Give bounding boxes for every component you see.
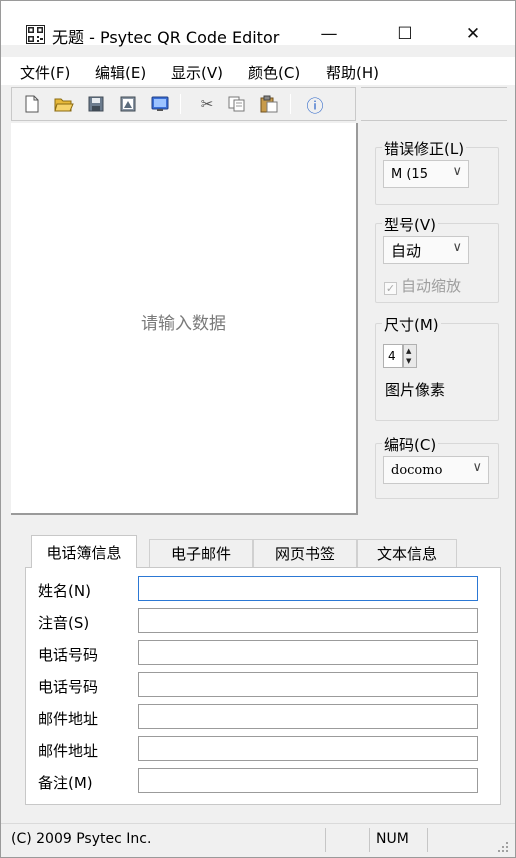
- menu-edit[interactable]: 编辑(E): [95, 62, 146, 83]
- save-button[interactable]: [85, 93, 107, 115]
- tab-bookmark[interactable]: 网页书签: [253, 539, 357, 567]
- save-image-icon: [120, 96, 136, 112]
- status-empty-cell: [325, 828, 369, 852]
- maximize-button[interactable]: ☐: [382, 19, 428, 49]
- new-file-icon: [25, 95, 39, 113]
- save-icon: [88, 96, 104, 112]
- model-select[interactable]: 自动 ∨: [383, 236, 469, 264]
- display-button[interactable]: [149, 93, 171, 115]
- size-spinner-value[interactable]: 4: [383, 344, 403, 368]
- title-bar[interactable]: 无题 - Psytec QR Code Editor — ☐ ✕: [1, 1, 515, 47]
- status-bar: (C) 2009 Psytec Inc. NUM: [1, 823, 515, 857]
- open-folder-icon: [54, 98, 74, 112]
- toolbar: ✂ ⓘ: [11, 87, 356, 121]
- phone-label-2: 电话号码: [38, 678, 99, 696]
- error-correction-group: 错误修正(L) M (15 ∨: [375, 138, 499, 205]
- spinner-down-icon[interactable]: ▼: [406, 357, 411, 365]
- model-label: 型号(V): [382, 214, 438, 235]
- settings-panel: 错误修正(L) M (15 ∨ 型号(V) 自动 ∨ ✓ 自动缩放 尺寸(M) 4…: [361, 123, 507, 515]
- encoding-select[interactable]: docomo ∨: [383, 456, 489, 484]
- email-field-2[interactable]: [138, 736, 478, 761]
- status-empty-cell: [427, 828, 483, 852]
- qr-app-icon: [26, 25, 45, 44]
- minimize-button[interactable]: —: [306, 19, 352, 49]
- menu-bar: 文件(F) 编辑(E) 显示(V) 颜色(C) 帮助(H): [1, 57, 515, 85]
- status-num-lock: NUM: [369, 828, 427, 852]
- size-spinner[interactable]: ▲ ▼: [403, 344, 417, 368]
- encoding-value: docomo: [391, 462, 443, 478]
- auto-zoom-label: 自动缩放: [401, 277, 462, 295]
- error-correction-label: 错误修正(L): [382, 138, 467, 159]
- phonetic-field[interactable]: [138, 608, 478, 633]
- app-window: 无题 - Psytec QR Code Editor — ☐ ✕ 文件(F) 编…: [0, 0, 516, 858]
- save-image-button[interactable]: [117, 93, 139, 115]
- resize-grip-icon[interactable]: [497, 841, 509, 853]
- error-correction-value: M (15: [391, 166, 428, 182]
- paste-button[interactable]: [258, 93, 280, 115]
- auto-zoom-checkbox[interactable]: ✓ 自动缩放: [384, 275, 461, 296]
- info-icon: ⓘ: [306, 96, 324, 117]
- phonebook-tab-page: 姓名(N) 注音(S) 电话号码 电话号码 邮件地址 邮件地址 备注(M): [25, 567, 501, 805]
- new-file-button[interactable]: [21, 93, 43, 115]
- size-label: 尺寸(M): [382, 314, 441, 335]
- spinner-up-icon[interactable]: ▲: [406, 347, 411, 355]
- chevron-down-icon: ∨: [452, 240, 462, 255]
- size-unit-label: 图片像素: [385, 381, 446, 399]
- chevron-down-icon: ∨: [472, 460, 482, 475]
- checkbox-check-icon: ✓: [384, 282, 397, 295]
- chevron-down-icon: ∨: [452, 164, 462, 179]
- tab-text[interactable]: 文本信息: [357, 539, 457, 567]
- about-button[interactable]: ⓘ: [304, 93, 326, 117]
- menu-help[interactable]: 帮助(H): [326, 62, 379, 83]
- phonetic-label: 注音(S): [38, 614, 90, 632]
- email-label-2: 邮件地址: [38, 742, 99, 760]
- menu-color[interactable]: 颜色(C): [248, 62, 300, 83]
- qr-placeholder-text: 请输入数据: [141, 314, 226, 334]
- email-field[interactable]: [138, 704, 478, 729]
- qr-preview-area[interactable]: 请输入数据: [11, 123, 358, 515]
- maximize-icon: ☐: [397, 24, 413, 44]
- tab-phonebook[interactable]: 电话簿信息: [31, 535, 137, 568]
- email-label: 邮件地址: [38, 710, 99, 728]
- name-label: 姓名(N): [38, 582, 91, 600]
- toolbar-separator: [290, 94, 291, 114]
- error-correction-select[interactable]: M (15 ∨: [383, 160, 469, 188]
- model-value: 自动: [391, 241, 422, 260]
- copy-icon: [228, 96, 245, 112]
- name-field[interactable]: [138, 576, 478, 601]
- memo-label: 备注(M): [38, 774, 93, 792]
- open-button[interactable]: [53, 93, 75, 115]
- data-input-panel: 电话簿信息 电子邮件 网页书签 文本信息 姓名(N) 注音(S) 电话号码 电话…: [11, 519, 507, 819]
- size-group: 尺寸(M): [375, 314, 499, 421]
- paste-icon: [260, 95, 278, 113]
- tab-email[interactable]: 电子邮件: [149, 539, 253, 567]
- cut-icon: ✂: [200, 95, 214, 113]
- status-copyright: (C) 2009 Psytec Inc.: [11, 831, 152, 847]
- close-icon: ✕: [465, 24, 481, 44]
- encoding-group: 编码(C) docomo ∨: [375, 434, 499, 499]
- phone-field-2[interactable]: [138, 672, 478, 697]
- phone-field[interactable]: [138, 640, 478, 665]
- encoding-label: 编码(C): [382, 434, 439, 455]
- toolbar-separator: [180, 94, 181, 114]
- window-title: 无题 - Psytec QR Code Editor: [52, 28, 280, 47]
- memo-field[interactable]: [138, 768, 478, 793]
- menu-file[interactable]: 文件(F): [20, 62, 70, 83]
- minimize-icon: —: [320, 24, 338, 44]
- phone-label: 电话号码: [38, 646, 99, 664]
- display-icon: [151, 96, 169, 111]
- copy-button[interactable]: [226, 93, 248, 115]
- toolbar-extension: [361, 87, 507, 121]
- close-button[interactable]: ✕: [450, 19, 496, 49]
- menu-view[interactable]: 显示(V): [171, 62, 223, 83]
- cut-button[interactable]: ✂: [196, 93, 218, 115]
